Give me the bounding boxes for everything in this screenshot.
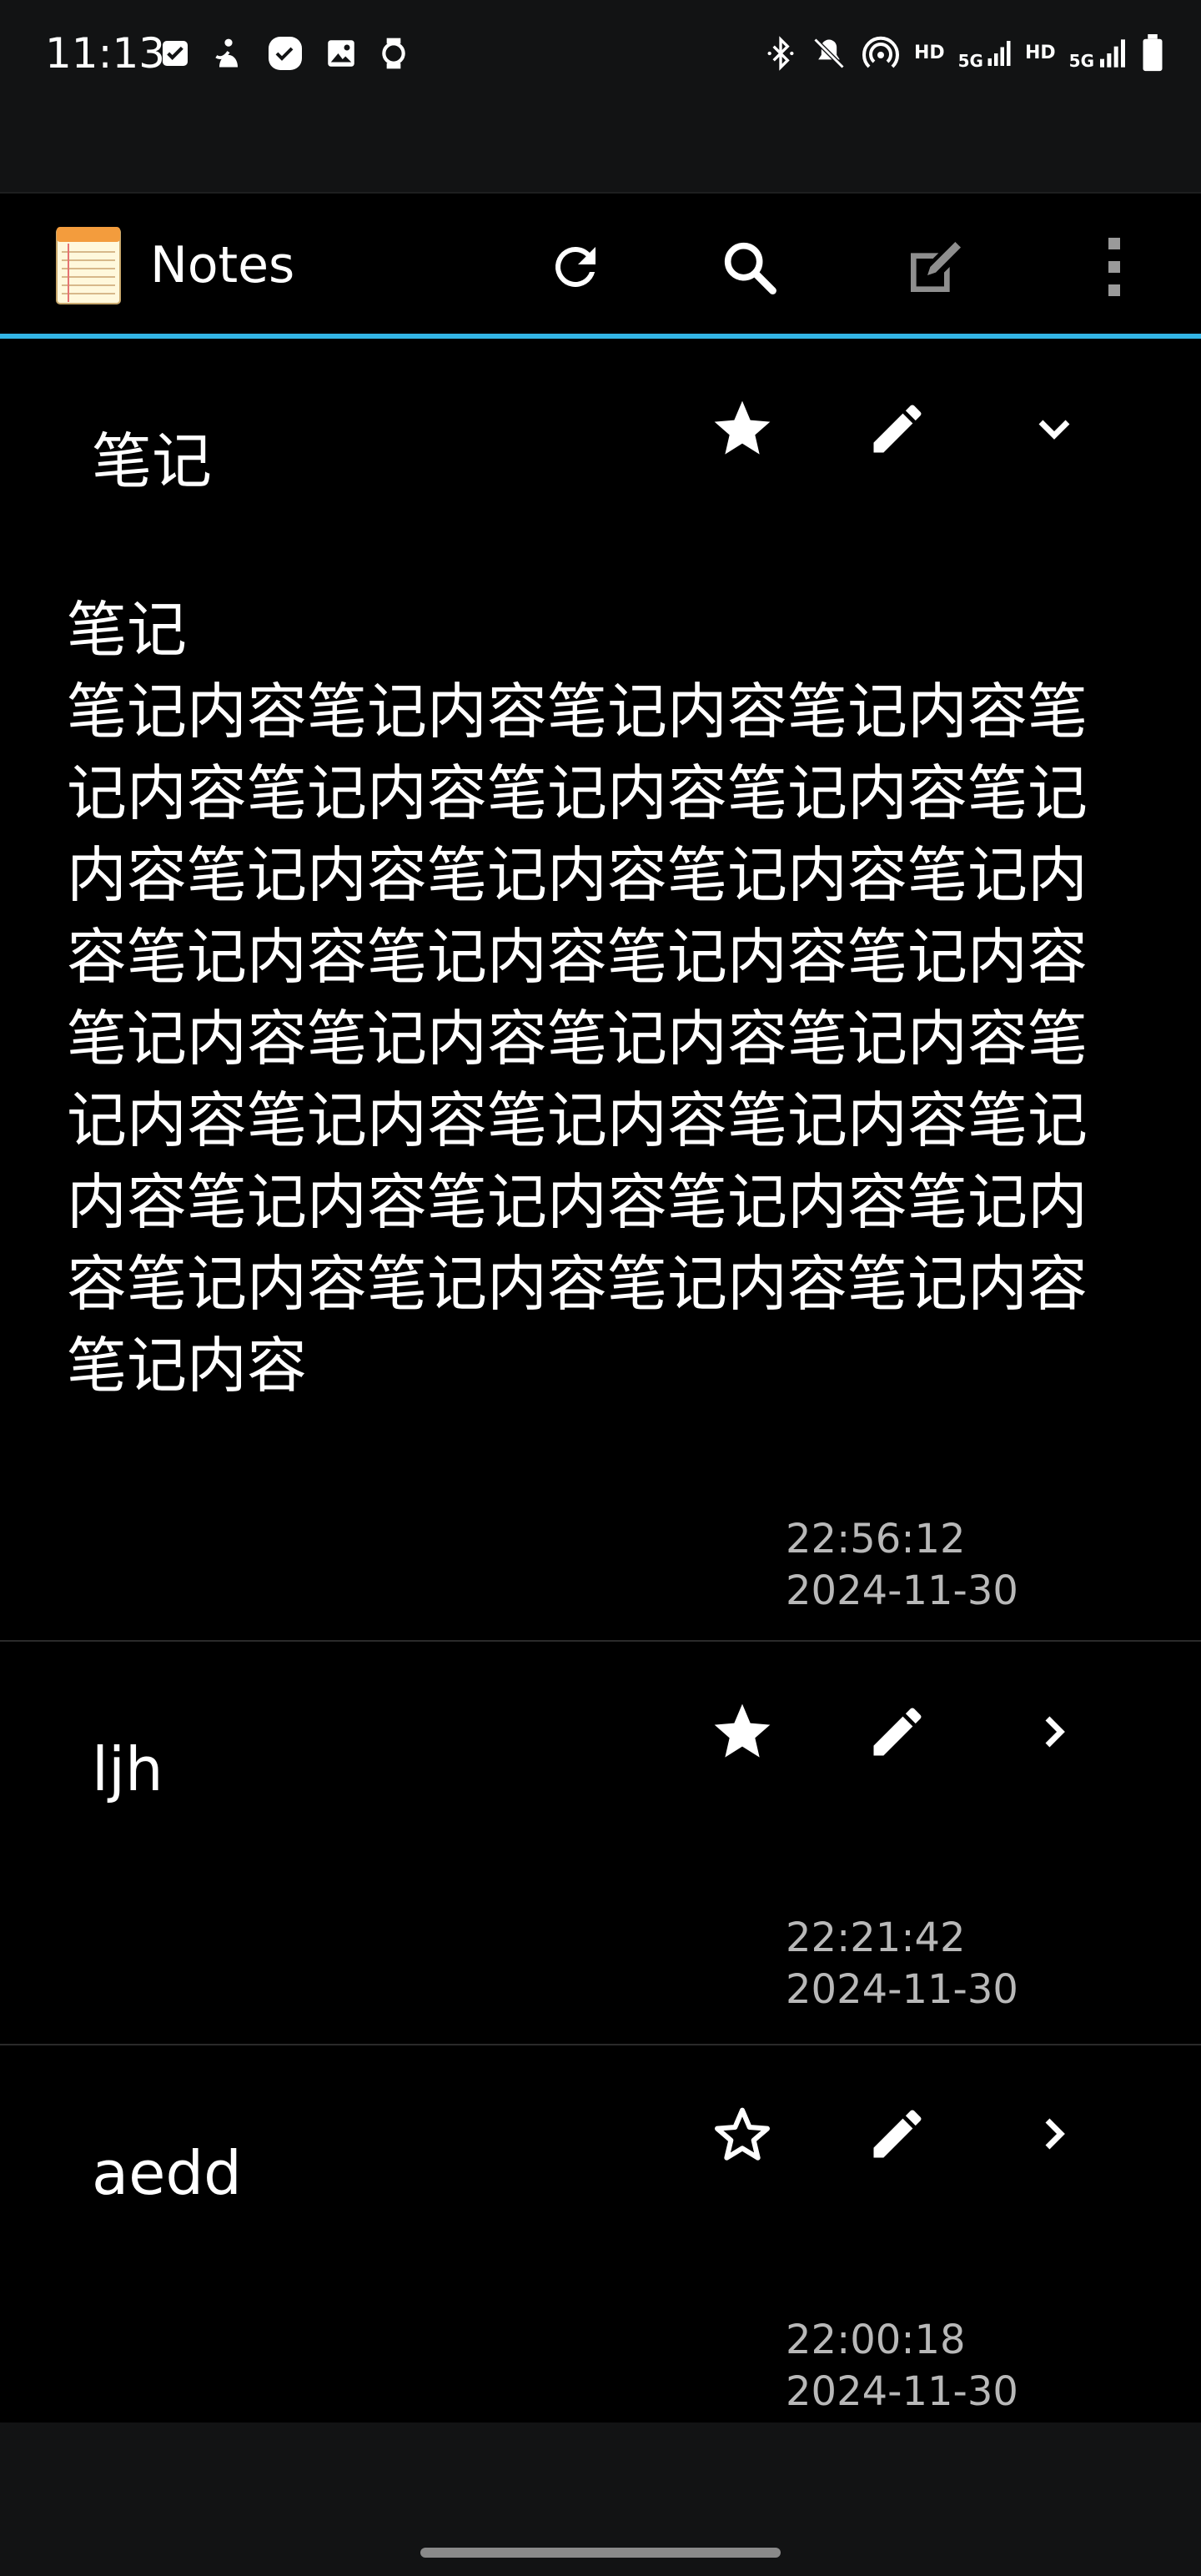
star-filled-icon — [714, 400, 771, 455]
refresh-icon — [555, 246, 595, 287]
collapse-button[interactable] — [1013, 387, 1096, 470]
accessibility-icon — [215, 38, 238, 68]
note-time: 22:00:18 — [786, 2317, 966, 2363]
note-date: 2024-11-30 — [786, 1966, 1018, 2013]
note-title: 笔记 — [92, 426, 213, 496]
image-icon — [328, 40, 354, 67]
notification-icons — [158, 33, 410, 73]
hotspot-icon — [862, 36, 899, 68]
chevron-down-icon — [1038, 420, 1070, 440]
note-content: 笔记 笔记内容笔记内容笔记内容笔记内容笔记内容笔记内容笔记内容笔记内容笔记内容笔… — [67, 595, 1088, 1401]
note-item[interactable]: ljh 22:21:42 2024-11-30 — [0, 1642, 1201, 2045]
system-icons: HD 5G HD 5G — [764, 33, 1164, 73]
signal-group-2: 5G — [1069, 37, 1128, 70]
battery-icon — [1143, 34, 1163, 72]
star-button[interactable] — [701, 2092, 784, 2176]
signal-icon — [987, 41, 1011, 66]
star-button[interactable] — [701, 1690, 784, 1774]
dialer-icon — [269, 37, 302, 70]
mute-icon — [813, 38, 845, 69]
refresh-button[interactable] — [534, 225, 617, 309]
note-date: 2024-11-30 — [786, 2368, 1018, 2415]
hd-label: HD — [913, 43, 945, 63]
note-time: 22:21:42 — [786, 1914, 966, 1961]
note-item[interactable]: aedd 22:00:18 2024-11-30 — [0, 2045, 1201, 2423]
chevron-right-icon — [1045, 2118, 1065, 2150]
expand-button[interactable] — [1013, 1690, 1096, 1774]
notepad-logo-icon — [56, 227, 121, 304]
watch-icon — [382, 38, 405, 69]
note-item[interactable]: 笔记 笔记 笔记内容笔记内容笔记内容笔记内容笔记内容笔记内容笔记内容笔记内容笔记… — [0, 339, 1201, 1642]
app-title: Notes — [150, 236, 295, 294]
bluetooth-icon — [767, 36, 794, 71]
edit-button[interactable] — [856, 1690, 939, 1774]
5g-label-2: 5G — [1068, 51, 1094, 71]
status-bar — [0, 0, 1201, 192]
overflow-menu-button[interactable] — [1073, 225, 1156, 309]
new-note-icon — [911, 242, 961, 292]
search-icon — [724, 242, 776, 294]
pencil-icon — [873, 1708, 922, 1756]
overflow-menu-icon — [1108, 238, 1120, 296]
star-button[interactable] — [701, 387, 784, 470]
edit-button[interactable] — [856, 387, 939, 470]
new-note-button[interactable] — [894, 225, 977, 309]
5g-label: 5G — [957, 51, 983, 71]
note-title: aedd — [92, 2138, 242, 2208]
pencil-icon — [873, 2110, 922, 2158]
hd-label-2: HD — [1024, 43, 1056, 63]
edit-button[interactable] — [856, 2092, 939, 2176]
status-time: 11:13 — [45, 29, 166, 78]
note-time: 22:56:12 — [786, 1516, 966, 1562]
search-button[interactable] — [707, 225, 791, 309]
expand-button[interactable] — [1013, 2092, 1096, 2176]
pencil-icon — [873, 405, 922, 453]
signal-icon — [1100, 39, 1125, 68]
star-outline-icon — [715, 2107, 770, 2161]
star-filled-icon — [714, 1703, 771, 1758]
chevron-right-icon — [1045, 1716, 1065, 1748]
note-title: ljh — [92, 1734, 163, 1804]
signal-group-1: 5G — [958, 37, 1012, 70]
note-date: 2024-11-30 — [786, 1567, 1018, 1614]
gesture-handle[interactable] — [420, 2548, 781, 2558]
checkbox-icon — [163, 41, 188, 66]
